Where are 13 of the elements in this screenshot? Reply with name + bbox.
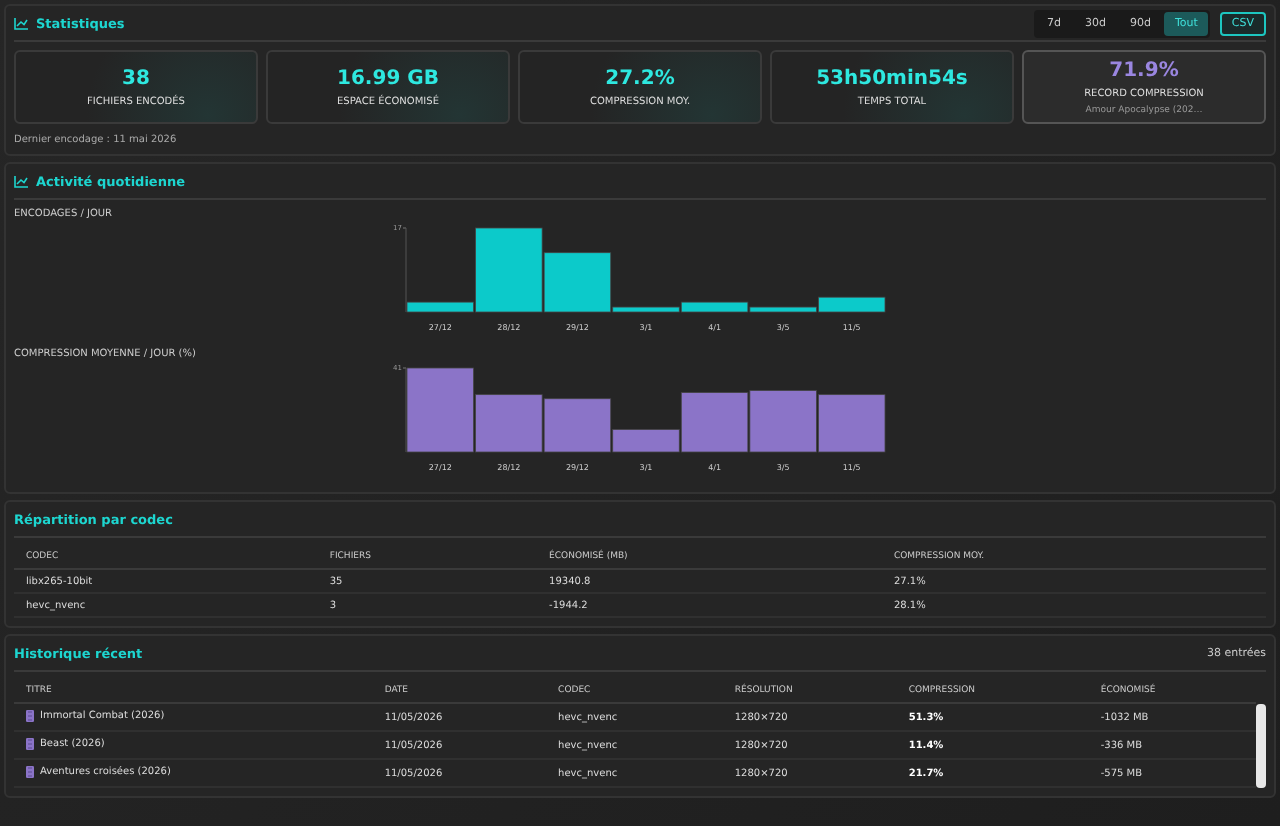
stat-value: 71.9% bbox=[1109, 59, 1179, 81]
file-icon bbox=[26, 737, 34, 749]
stat-value: 53h50min54s bbox=[816, 67, 968, 89]
chart-icon bbox=[14, 17, 28, 29]
chart-bar bbox=[818, 394, 886, 453]
file-icon bbox=[26, 709, 34, 721]
stat-value: 27.2% bbox=[605, 67, 675, 89]
file-icon bbox=[26, 765, 34, 777]
stat-value: 16.99 GB bbox=[337, 67, 439, 89]
chart-bar bbox=[749, 390, 817, 453]
chart-icon bbox=[14, 175, 28, 187]
scrollbar[interactable] bbox=[1256, 704, 1266, 788]
stat-value: 38 bbox=[122, 67, 150, 89]
